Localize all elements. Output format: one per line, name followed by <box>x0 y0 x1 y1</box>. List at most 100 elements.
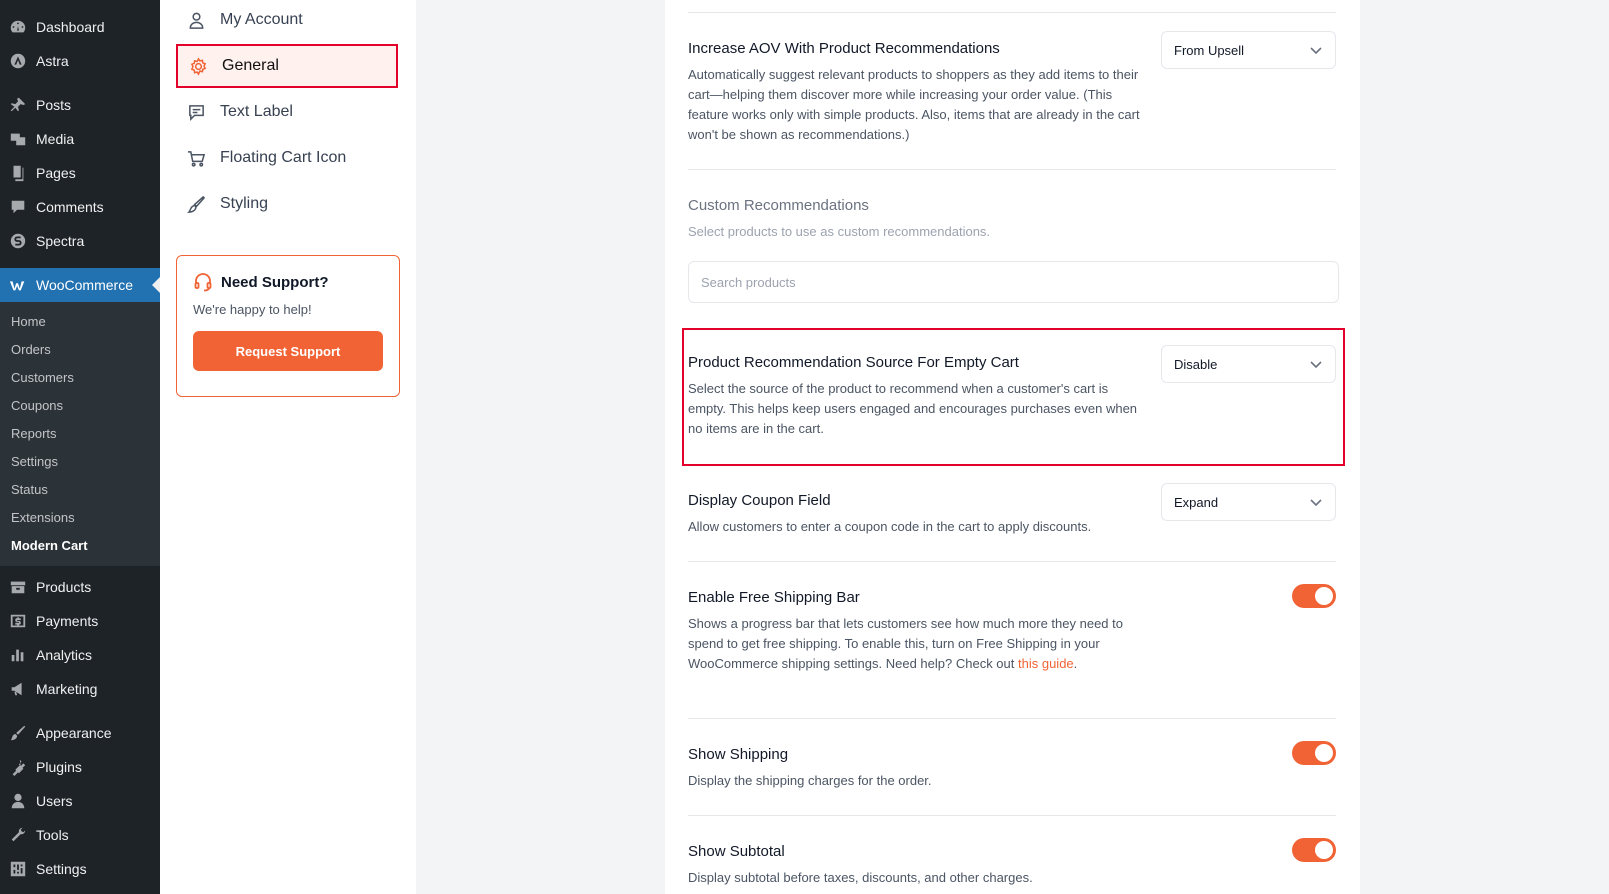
analytics-icon <box>8 645 28 665</box>
setting-description: Shows a progress bar that lets customers… <box>688 614 1140 674</box>
nav-my-account[interactable]: My Account <box>176 0 398 42</box>
free-shipping-toggle[interactable] <box>1292 584 1336 608</box>
products-icon <box>8 577 28 597</box>
media-icon <box>8 129 28 149</box>
show-subtotal-toggle[interactable] <box>1292 838 1336 862</box>
wp-menu-label: Marketing <box>36 681 98 697</box>
user-icon <box>8 791 28 811</box>
general-settings-panel: Increase AOV With Product Recommendation… <box>665 0 1360 894</box>
wp-menu-label: WooCommerce <box>36 277 133 293</box>
support-card: Need Support? We're happy to help! Reque… <box>176 255 400 397</box>
wp-menu-tools[interactable]: Tools <box>0 818 160 852</box>
wp-menu-products[interactable]: Products <box>0 570 160 604</box>
support-heading: Need Support? <box>193 272 383 292</box>
wrench-icon <box>8 825 28 845</box>
wp-menu-pages[interactable]: Pages <box>0 156 160 190</box>
wp-menu-users[interactable]: Users <box>0 784 160 818</box>
chevron-down-icon <box>1310 499 1322 507</box>
search-products-input[interactable] <box>688 261 1339 303</box>
message-icon <box>186 102 206 122</box>
wc-submenu-orders[interactable]: Orders <box>0 336 160 364</box>
setting-title: Show Subtotal <box>688 843 785 860</box>
setting-description: Automatically suggest relevant products … <box>688 67 1140 142</box>
wc-submenu-status[interactable]: Status <box>0 476 160 504</box>
setting-coupon-field: Display Coupon Field Allow customers to … <box>688 483 1336 537</box>
divider <box>688 815 1336 816</box>
setting-description: Select products to use as custom recomme… <box>688 224 991 239</box>
aov-source-select[interactable]: From Upsell <box>1161 31 1336 69</box>
setting-aov: Increase AOV With Product Recommendation… <box>688 31 1336 145</box>
wp-menu-appearance[interactable]: Appearance <box>0 716 160 750</box>
wp-menu-label: Posts <box>36 97 72 113</box>
wp-menu-analytics[interactable]: Analytics <box>0 638 160 672</box>
wp-menu-label: Analytics <box>36 647 93 663</box>
nav-styling[interactable]: Styling <box>176 182 398 226</box>
divider <box>688 169 1336 170</box>
wp-menu-dashboard[interactable]: Dashboard <box>0 10 160 44</box>
show-shipping-toggle[interactable] <box>1292 741 1336 765</box>
wp-menu-posts[interactable]: Posts <box>0 88 160 122</box>
wp-admin-menu: Dashboard Astra Posts Media Pages Commen… <box>0 0 160 894</box>
divider <box>688 12 1336 13</box>
nav-label: Text Label <box>220 103 293 120</box>
astra-icon <box>8 51 28 71</box>
support-text: We're happy to help! <box>193 302 312 317</box>
coupon-display-select[interactable]: Expand <box>1161 483 1336 521</box>
setting-free-shipping-bar: Enable Free Shipping Bar Shows a progres… <box>688 584 1336 674</box>
payments-icon <box>8 611 28 631</box>
headset-icon <box>194 273 212 292</box>
select-value: Expand <box>1174 494 1219 510</box>
pin-icon <box>8 95 28 115</box>
wp-menu-label: Comments <box>36 199 104 215</box>
comment-icon <box>8 197 28 217</box>
setting-show-shipping: Show Shipping Display the shipping charg… <box>688 741 1336 791</box>
plugin-icon <box>8 757 28 777</box>
wp-menu-woocommerce[interactable]: WooCommerce <box>0 268 160 302</box>
wp-menu-settings[interactable]: Settings <box>0 852 160 886</box>
setting-custom-recommendations: Custom Recommendations Select products t… <box>688 196 1336 242</box>
setting-title: Enable Free Shipping Bar <box>688 589 860 606</box>
dashboard-icon <box>8 17 28 37</box>
wp-menu-label: Appearance <box>36 725 112 741</box>
chevron-down-icon <box>1310 47 1322 55</box>
description-end: . <box>1073 656 1078 671</box>
wp-menu-label: Spectra <box>36 233 85 249</box>
wp-menu-label: Pages <box>36 165 76 181</box>
wc-submenu-extensions[interactable]: Extensions <box>0 504 160 532</box>
nav-floating-cart-icon[interactable]: Floating Cart Icon <box>176 136 398 180</box>
select-value: From Upsell <box>1174 42 1245 58</box>
wc-submenu-customers[interactable]: Customers <box>0 364 160 392</box>
wp-menu-label: Tools <box>36 827 69 843</box>
wc-submenu-coupons[interactable]: Coupons <box>0 392 160 420</box>
brush-outline-icon <box>186 194 206 214</box>
wp-menu-marketing[interactable]: Marketing <box>0 672 160 706</box>
wc-submenu-reports[interactable]: Reports <box>0 420 160 448</box>
gear-icon <box>188 56 208 76</box>
divider <box>688 718 1336 719</box>
wp-menu-label: Users <box>36 793 73 809</box>
nav-text-label[interactable]: Text Label <box>176 90 398 134</box>
wp-menu-label: Products <box>36 579 92 595</box>
spectra-icon <box>8 231 28 251</box>
nav-label: Styling <box>220 195 269 212</box>
wc-submenu-home[interactable]: Home <box>0 308 160 336</box>
wp-menu-comments[interactable]: Comments <box>0 190 160 224</box>
nav-general[interactable]: General <box>176 44 398 88</box>
wp-menu-plugins[interactable]: Plugins <box>0 750 160 784</box>
marketing-icon <box>8 679 28 699</box>
main-content: Increase AOV With Product Recommendation… <box>416 0 1609 894</box>
guide-link[interactable]: this guide <box>1018 656 1074 671</box>
setting-show-subtotal: Show Subtotal Display subtotal before ta… <box>688 838 1336 888</box>
highlight-box <box>682 328 1345 466</box>
wp-menu-astra[interactable]: Astra <box>0 44 160 78</box>
wc-submenu-settings[interactable]: Settings <box>0 448 160 476</box>
request-support-button[interactable]: Request Support <box>193 331 383 371</box>
wp-menu-media[interactable]: Media <box>0 122 160 156</box>
wp-menu-payments[interactable]: Payments <box>0 604 160 638</box>
pages-icon <box>8 163 28 183</box>
divider <box>688 561 1336 562</box>
setting-description: Allow customers to enter a coupon code i… <box>688 519 1092 534</box>
wp-menu-spectra[interactable]: Spectra <box>0 224 160 258</box>
wc-submenu-modern-cart[interactable]: Modern Cart <box>0 532 160 560</box>
wp-menu-label: Astra <box>36 53 69 69</box>
